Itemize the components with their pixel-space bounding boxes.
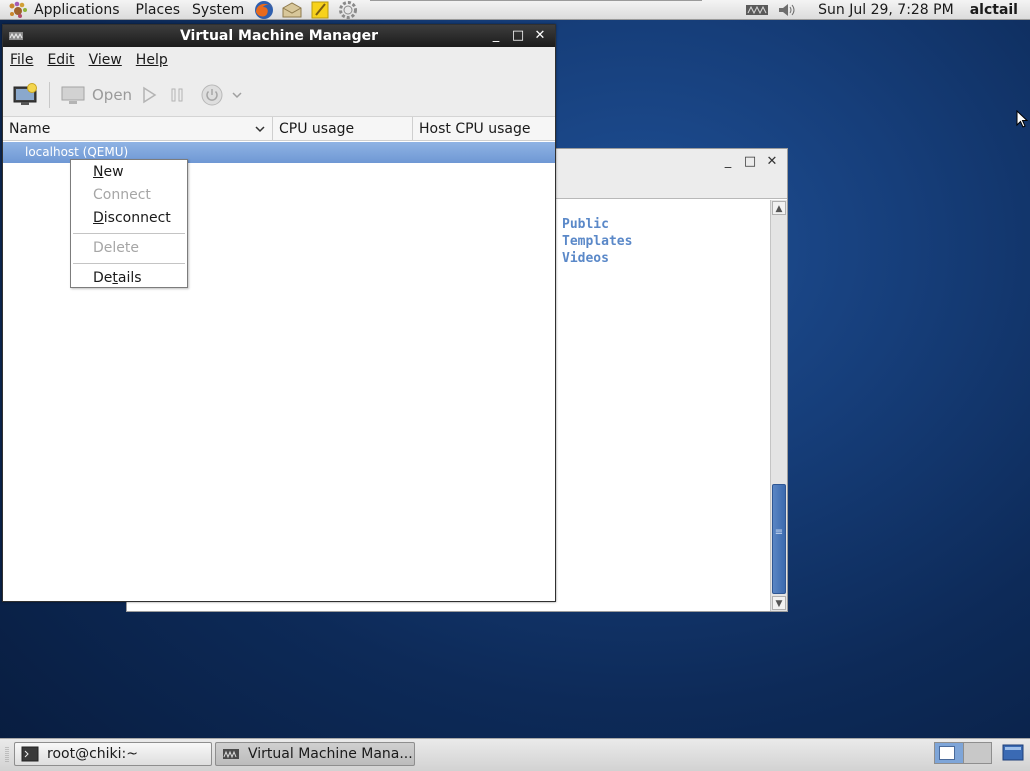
maximize-icon[interactable]: □ [741,153,759,171]
new-vm-icon [13,82,37,105]
vmm-icon [223,749,239,759]
taskbar-item-vmm[interactable]: Virtual Machine Mana... [215,742,415,766]
chevron-down-icon [232,91,242,98]
panel-handle-icon [5,747,9,763]
context-item-disconnect-rest: isconnect [103,210,171,226]
file-entry[interactable]: Public [562,216,632,233]
new-vm-button[interactable] [11,80,39,110]
close-icon[interactable]: ✕ [531,27,549,45]
window-menu-icon[interactable] [9,31,23,41]
vmm-window[interactable]: Virtual Machine Manager _ □ ✕ File Edit … [2,24,556,602]
context-item-disconnect-mnemonic: D [93,210,104,226]
open-label: Open [92,85,133,104]
menu-view-label: View [88,52,122,68]
context-item-new[interactable]: New [71,161,187,184]
bottom-panel: root@chiki:~ Virtual Machine Mana... [0,738,1030,771]
context-item-details-start: De [93,270,113,286]
scroll-thumb[interactable] [772,484,786,594]
workspace-1[interactable] [935,743,963,763]
workspace-2[interactable] [962,743,991,763]
column-cpu-label: CPU usage [279,121,355,137]
close-icon[interactable]: ✕ [763,153,781,171]
applications-menu[interactable]: Applications [0,0,130,20]
volume-control[interactable] [772,0,802,20]
context-item-connect: Connect [93,187,151,203]
vertical-scrollbar[interactable]: ▲ ▼ [770,200,787,611]
column-host-cpu-usage[interactable]: Host CPU usage [413,117,555,140]
panel-spacer [362,0,742,20]
taskbar-item-label: root@chiki:~ [47,746,138,762]
context-item-details[interactable]: Details [71,267,187,290]
context-item-details-rest: ails [117,270,142,286]
menu-file[interactable]: File [3,47,40,73]
menu-file-label: File [10,52,34,68]
vmm-tray-icon [746,4,769,15]
monitor-icon [61,86,85,104]
taskbar-item-label: Virtual Machine Mana... [248,746,413,762]
pause-button[interactable] [166,80,188,110]
top-panel: Applications Places System Sun Jul 29, 7… [0,0,1030,20]
scroll-up-icon[interactable]: ▲ [772,201,786,215]
menu-edit-label: Edit [47,52,75,68]
context-item-disconnect[interactable]: Disconnect [71,207,187,230]
run-button[interactable] [138,80,160,110]
workspace-switcher[interactable] [934,742,992,764]
firefox-icon [255,0,274,19]
menu-edit[interactable]: Edit [40,47,81,73]
mail-launcher[interactable] [278,0,306,20]
vmm-titlebar[interactable]: Virtual Machine Manager _ □ ✕ [3,25,555,47]
shutdown-button[interactable] [200,80,224,110]
list-header: Name CPU usage Host CPU usage [3,117,555,141]
notes-icon [311,1,329,18]
mail-icon [282,1,302,17]
menubar: File Edit View Help [3,47,555,73]
vmm-tray-item[interactable] [742,0,772,20]
menu-help[interactable]: Help [129,47,175,73]
context-separator [73,233,185,234]
notes-launcher[interactable] [306,0,334,20]
menu-help-label: Help [135,52,168,68]
power-icon [201,84,223,105]
column-name-label: Name [9,121,51,137]
context-separator [73,263,185,264]
gear-icon [339,0,358,19]
firefox-launcher[interactable] [250,0,278,20]
settings-launcher[interactable] [334,0,362,20]
pause-icon [171,88,183,101]
file-list: Public Templates Videos [562,216,632,267]
column-cpu-usage[interactable]: CPU usage [273,117,413,140]
applications-label: Applications [34,1,120,18]
context-item-delete: Delete [93,240,139,256]
open-button[interactable]: Open [60,80,132,110]
terminal-icon [21,746,39,762]
context-menu: New Connect Disconnect Delete Details [70,159,188,288]
toolbar-separator [49,81,50,108]
speaker-icon [779,3,795,16]
shutdown-dropdown[interactable] [230,80,244,110]
toolbar: Open [3,73,555,117]
maximize-icon[interactable]: □ [509,27,527,45]
gnome-foot-icon [9,1,27,18]
mouse-pointer-icon [1016,110,1028,128]
scroll-down-icon[interactable]: ▼ [772,596,786,610]
column-name[interactable]: Name [3,117,273,140]
user-name[interactable]: alctail [968,2,1030,18]
window-title: Virtual Machine Manager [179,28,379,44]
clock[interactable]: Sun Jul 29, 7:28 PM [802,2,968,18]
workspace-window-preview [939,746,955,760]
context-item-new-mnemonic: N [93,164,104,180]
menu-view[interactable]: View [82,47,129,73]
system-menu[interactable]: System [186,0,250,20]
places-menu[interactable]: Places [130,0,187,20]
column-host-cpu-label: Host CPU usage [419,121,531,137]
file-entry[interactable]: Videos [562,250,632,267]
context-item-new-rest: ew [103,164,124,180]
file-entry[interactable]: Templates [562,233,632,250]
play-icon [143,86,157,103]
show-desktop-icon[interactable] [1002,743,1024,763]
minimize-icon[interactable]: _ [719,153,737,171]
minimize-icon[interactable]: _ [487,27,505,45]
chevron-down-icon[interactable] [254,123,266,135]
taskbar-item-terminal[interactable]: root@chiki:~ [14,742,212,766]
